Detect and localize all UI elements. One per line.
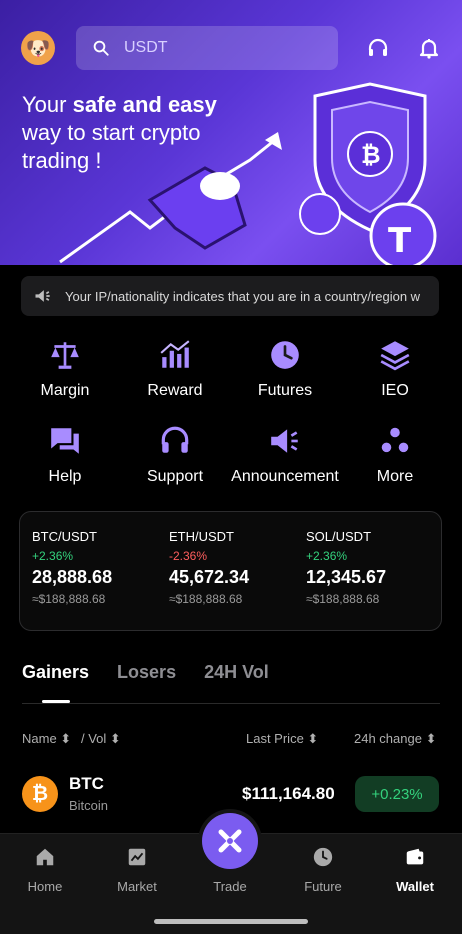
action-ieo[interactable]: IEO bbox=[340, 338, 450, 408]
svg-text:T: T bbox=[388, 221, 412, 261]
svg-text:₿: ₿ bbox=[361, 141, 381, 169]
headset-icon bbox=[161, 426, 189, 453]
nav-trade[interactable]: Trade bbox=[195, 868, 265, 894]
dog-avatar-icon[interactable]: 🐶 bbox=[21, 31, 55, 65]
search-icon bbox=[93, 40, 109, 56]
wallet-icon bbox=[406, 848, 424, 865]
action-futures[interactable]: Futures bbox=[230, 338, 340, 408]
home-indicator[interactable] bbox=[154, 919, 308, 924]
action-announcement[interactable]: Announcement bbox=[230, 424, 340, 494]
ticker-card: BTC/USDT +2.36% 28,888.68 ≈$188,888.68 E… bbox=[19, 511, 442, 631]
sort-vol[interactable]: / Vol ⬍ bbox=[81, 731, 121, 747]
sort-last-price[interactable]: Last Price ⬍ bbox=[246, 731, 318, 747]
row-last-price: $111,164.80 bbox=[242, 784, 335, 803]
tab-losers[interactable]: Losers bbox=[117, 662, 176, 702]
trade-button[interactable] bbox=[202, 813, 258, 869]
hero-banner[interactable]: ₿ T 🐶 Your safe and easy way to start cr… bbox=[0, 0, 462, 265]
compliance-notice[interactable]: Your IP/nationality indicates that you a… bbox=[21, 276, 439, 316]
row-name: Bitcoin bbox=[69, 798, 109, 813]
action-support[interactable]: Support bbox=[120, 424, 230, 494]
nav-market[interactable]: Market bbox=[102, 846, 172, 894]
hero-headline: Your safe and easy way to start crypto t… bbox=[22, 92, 217, 173]
nav-future[interactable]: Future bbox=[288, 846, 358, 894]
action-more[interactable]: More bbox=[340, 424, 450, 494]
market-chart-icon bbox=[128, 848, 146, 866]
chat-icon bbox=[51, 428, 79, 454]
action-margin[interactable]: Margin bbox=[10, 338, 120, 408]
nav-wallet[interactable]: Wallet bbox=[380, 846, 450, 894]
home-icon bbox=[36, 848, 54, 866]
tab-24h-vol[interactable]: 24H Vol bbox=[204, 662, 269, 702]
ticker-sol[interactable]: SOL/USDT +2.36% 12,345.67 ≈$188,888.68 bbox=[306, 529, 386, 606]
scale-icon bbox=[51, 342, 79, 369]
megaphone-icon bbox=[35, 290, 50, 302]
dots-icon bbox=[381, 427, 409, 453]
market-tabs: Gainers Losers 24H Vol bbox=[22, 662, 269, 702]
trade-icon bbox=[218, 829, 242, 853]
tab-gainers[interactable]: Gainers bbox=[22, 662, 89, 702]
tabs-divider bbox=[22, 703, 440, 704]
action-reward[interactable]: Reward bbox=[120, 338, 230, 408]
megaphone-icon bbox=[271, 429, 298, 453]
search-bar[interactable] bbox=[76, 26, 338, 70]
clock-icon bbox=[271, 341, 299, 369]
clock-icon bbox=[313, 847, 333, 867]
search-input[interactable] bbox=[124, 39, 314, 57]
sort-name[interactable]: Name ⬍ bbox=[22, 731, 71, 747]
notice-text: Your IP/nationality indicates that you a… bbox=[65, 288, 421, 304]
sort-24h-change[interactable]: 24h change ⬍ bbox=[354, 731, 436, 747]
action-help[interactable]: Help bbox=[10, 424, 120, 494]
nav-home[interactable]: Home bbox=[10, 846, 80, 894]
headset-icon[interactable] bbox=[366, 36, 390, 60]
chart-up-icon bbox=[160, 340, 190, 368]
bell-icon[interactable] bbox=[417, 36, 441, 60]
ticker-eth[interactable]: ETH/USDT -2.36% 45,672.34 ≈$188,888.68 bbox=[169, 529, 249, 606]
row-symbol: BTC bbox=[69, 774, 104, 793]
layers-icon bbox=[380, 341, 410, 371]
row-change-badge: +0.23% bbox=[355, 776, 439, 812]
bitcoin-icon: ₿ bbox=[22, 776, 58, 812]
ticker-btc[interactable]: BTC/USDT +2.36% 28,888.68 ≈$188,888.68 bbox=[32, 529, 112, 606]
